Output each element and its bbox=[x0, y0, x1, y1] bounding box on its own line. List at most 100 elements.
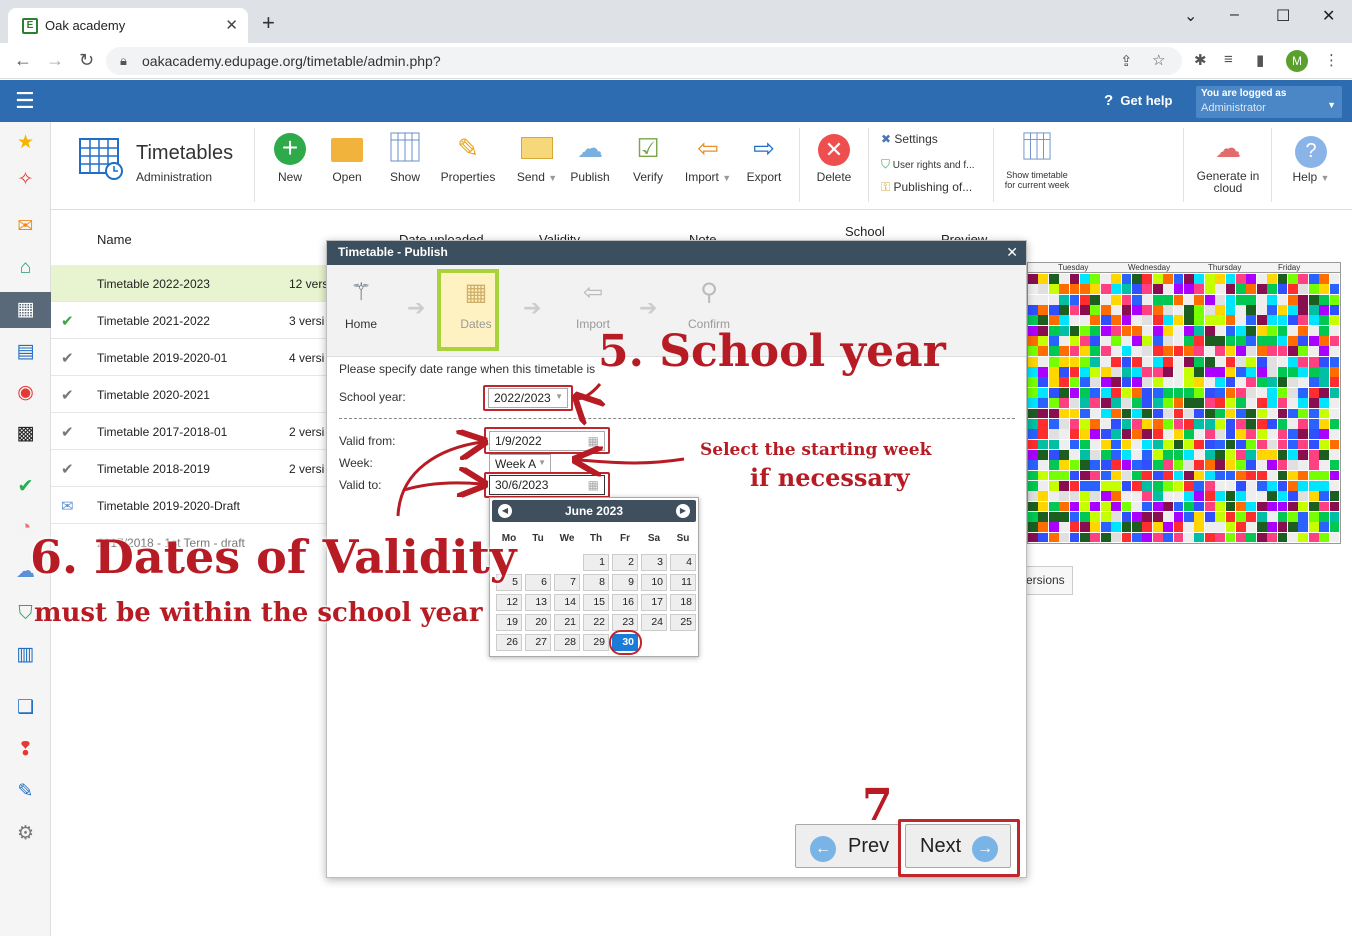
table-row[interactable]: ✔ Timetable 2017-2018-01 2 versi bbox=[51, 413, 326, 450]
magic-wand-icon[interactable]: ✧ bbox=[0, 162, 51, 198]
calendar-day[interactable]: 8 bbox=[583, 574, 609, 591]
back-icon[interactable]: ← bbox=[14, 50, 32, 71]
step-home[interactable]: ⚚ Home bbox=[329, 275, 393, 331]
delete-button[interactable]: ✕ Delete bbox=[813, 132, 855, 184]
calendar-day[interactable]: 13 bbox=[525, 594, 551, 611]
user-icon[interactable]: ◉ bbox=[0, 375, 51, 411]
table-row[interactable]: ✔ Timetable 2020-2021 bbox=[51, 376, 326, 413]
calendar-day[interactable]: 23 bbox=[612, 614, 638, 631]
close-tab-icon[interactable]: ✕ bbox=[225, 16, 238, 34]
table-row[interactable]: Timetable 2022-2023 12 vers bbox=[51, 265, 328, 302]
calendar-day[interactable]: 20 bbox=[525, 614, 551, 631]
calendar-day[interactable]: 2 bbox=[612, 554, 638, 571]
step-import[interactable]: ⇦ Import bbox=[561, 275, 625, 331]
reload-icon[interactable]: ↻ bbox=[79, 50, 94, 71]
bookmark-star-icon[interactable]: ☆ bbox=[1152, 51, 1165, 69]
open-button[interactable]: Open bbox=[327, 132, 367, 184]
calendar-day[interactable]: 15 bbox=[583, 594, 609, 611]
user-menu[interactable]: You are logged as Administrator ▼ bbox=[1196, 86, 1342, 118]
help-button[interactable]: ? Help ▼ bbox=[1285, 132, 1337, 184]
calendar-day[interactable]: 22 bbox=[583, 614, 609, 631]
calendar-day[interactable]: 29 bbox=[583, 634, 609, 651]
tab-search-icon[interactable]: ⌄ bbox=[1184, 6, 1197, 26]
calendar-day[interactable]: 21 bbox=[554, 614, 580, 631]
properties-button[interactable]: ✎ Properties bbox=[439, 132, 497, 184]
user-rights-link[interactable]: ⛉ User rights and f... bbox=[881, 157, 975, 172]
close-icon[interactable]: ✕ bbox=[1006, 244, 1018, 261]
timetable-grid-icon[interactable]: ▦ bbox=[0, 292, 51, 328]
profile-avatar[interactable]: M bbox=[1286, 50, 1308, 72]
home-icon[interactable]: ⌂ bbox=[0, 250, 51, 286]
send-button[interactable]: Send ▼ bbox=[511, 132, 563, 184]
column-school[interactable]: School bbox=[845, 224, 885, 239]
settings-gear-icon[interactable]: ⚙ bbox=[0, 816, 51, 852]
sidepanel-icon[interactable]: ▮ bbox=[1256, 51, 1264, 69]
calendar-day[interactable]: 3 bbox=[641, 554, 667, 571]
preview-cell bbox=[1163, 377, 1174, 388]
week-select[interactable]: Week A ▼ bbox=[489, 454, 551, 474]
verify-button[interactable]: ☑ Verify bbox=[629, 132, 667, 184]
new-button[interactable]: + New bbox=[270, 132, 310, 184]
calendar-day[interactable]: 7 bbox=[554, 574, 580, 591]
maximize-icon[interactable]: ☐ bbox=[1276, 6, 1290, 26]
column-name[interactable]: Name bbox=[97, 232, 132, 247]
calendar-day[interactable]: 10 bbox=[641, 574, 667, 591]
preview-cell bbox=[1329, 429, 1340, 440]
forward-icon[interactable]: → bbox=[46, 50, 64, 71]
preview-cell bbox=[1225, 367, 1236, 377]
next-month-icon[interactable]: ▶ bbox=[676, 504, 690, 518]
calendar-day[interactable]: 26 bbox=[496, 634, 522, 651]
export-button[interactable]: ⇨ Export bbox=[745, 132, 783, 184]
calendar-day[interactable]: 24 bbox=[641, 614, 667, 631]
share-icon[interactable]: ⇪ bbox=[1120, 52, 1133, 70]
address-bar[interactable]: 🔒︎ oakacademy.edupage.org/timetable/admi… bbox=[106, 47, 1182, 75]
messages-envelope-icon[interactable]: ✉ bbox=[0, 209, 51, 245]
prev-month-icon[interactable]: ◀ bbox=[498, 504, 512, 518]
calendar-day[interactable]: 17 bbox=[641, 594, 667, 611]
new-tab-icon[interactable]: + bbox=[262, 12, 275, 34]
calendar-day[interactable]: 1 bbox=[583, 554, 609, 571]
browser-tab[interactable]: E Oak academy ✕ bbox=[8, 8, 248, 43]
calendar-day[interactable]: 25 bbox=[670, 614, 696, 631]
calendar-day[interactable]: 18 bbox=[670, 594, 696, 611]
show-current-week-button[interactable]: Show timetable for current week bbox=[1003, 132, 1071, 190]
minimize-icon[interactable]: – bbox=[1230, 6, 1239, 24]
step-dates[interactable]: ▦ Dates bbox=[444, 275, 508, 331]
pen-icon[interactable]: ✎ bbox=[0, 774, 51, 810]
calendar-day[interactable]: 11 bbox=[670, 574, 696, 591]
generate-in-cloud-button[interactable]: ☁ Generate in cloud bbox=[1193, 132, 1263, 194]
extensions-icon[interactable]: ✱ bbox=[1194, 51, 1207, 69]
media-icon[interactable]: ≡ bbox=[1224, 51, 1233, 68]
hamburger-menu-icon[interactable]: ☰ bbox=[15, 90, 35, 112]
chat-bubbles-icon[interactable]: ❢ bbox=[0, 732, 51, 768]
calendar-day[interactable]: 28 bbox=[554, 634, 580, 651]
table-row[interactable]: ✔ Timetable 2018-2019 2 versi bbox=[51, 450, 326, 487]
table-row[interactable]: ✉ Timetable 2019-2020-Draft bbox=[51, 487, 326, 524]
calendar-icon[interactable]: ▩ bbox=[0, 416, 51, 452]
calendar-day[interactable]: 4 bbox=[670, 554, 696, 571]
menu-dots-icon[interactable]: ⋮ bbox=[1324, 51, 1339, 69]
calendar-day[interactable]: 9 bbox=[612, 574, 638, 591]
publishing-of-link[interactable]: ⚿ Publishing of... bbox=[881, 180, 972, 195]
import-button[interactable]: ⇦ Import ▼ bbox=[681, 132, 735, 184]
publish-button[interactable]: ☁ Publish bbox=[568, 132, 612, 184]
get-help-link[interactable]: ? Get help bbox=[1104, 92, 1172, 109]
calendar-day[interactable]: 12 bbox=[496, 594, 522, 611]
calendar-day[interactable]: 19 bbox=[496, 614, 522, 631]
open-book-icon[interactable]: ❑ bbox=[0, 690, 51, 726]
calendar-day[interactable]: 16 bbox=[612, 594, 638, 611]
close-window-icon[interactable]: ✕ bbox=[1322, 6, 1335, 26]
bar-chart-icon[interactable]: ▥ bbox=[0, 637, 51, 673]
check-circle-icon[interactable]: ✔ bbox=[0, 469, 51, 505]
step-confirm[interactable]: ⚲ Confirm bbox=[677, 275, 741, 331]
settings-link[interactable]: ✖ Settings bbox=[881, 132, 938, 146]
calendar-day[interactable]: 6 bbox=[525, 574, 551, 591]
timetable-preview[interactable]: Tuesday Wednesday Thursday Friday bbox=[1027, 262, 1341, 544]
table-row[interactable]: ✔ Timetable 2021-2022 3 versi bbox=[51, 302, 326, 339]
favorites-star-icon[interactable]: ★ bbox=[0, 125, 51, 161]
book-icon[interactable]: ▤ bbox=[0, 334, 51, 370]
table-row[interactable]: ✔ Timetable 2019-2020-01 4 versi bbox=[51, 339, 326, 376]
show-button[interactable]: Show bbox=[385, 132, 425, 184]
calendar-day[interactable]: 27 bbox=[525, 634, 551, 651]
calendar-day[interactable]: 14 bbox=[554, 594, 580, 611]
